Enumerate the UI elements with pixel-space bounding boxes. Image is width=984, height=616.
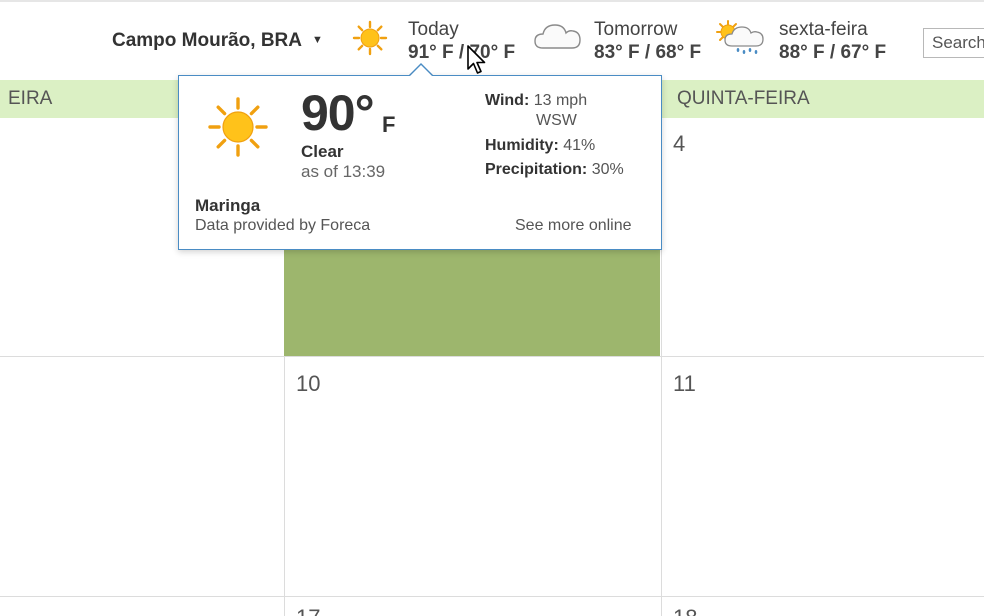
precipitation-label: Precipitation: [485,161,588,178]
current-temperature: 90° [301,85,375,141]
chevron-down-icon[interactable]: ▼ [312,34,323,46]
weather-day-friday[interactable]: sexta-feira 88° F / 67° F [716,18,896,68]
weather-bar: Campo Mourão, BRA ▼ Today 91° F / 70° F T… [0,0,984,80]
mouse-cursor-icon [467,45,486,74]
data-provider: Data provided by Foreca [195,217,371,234]
weather-day-today[interactable]: Today 91° F / 70° F [352,18,522,68]
humidity-row: Humidity: 41% [485,137,595,155]
humidity-label: Humidity: [485,137,559,154]
temperature-unit: F [382,112,396,137]
wind-row: Wind: 13 mph [485,92,587,110]
see-more-online-link[interactable]: See more online [515,217,632,235]
cloud-icon [534,24,581,49]
wind-value: 13 mph [533,92,588,109]
sun-cloud-rain-icon [716,20,764,54]
sun-icon [208,97,268,157]
weather-flyout: 90° F Clear as of 13:39 Wind: 13 mph WSW… [178,75,662,250]
date-number[interactable]: 11 [673,371,696,397]
weather-day-tomorrow[interactable]: Tomorrow 83° F / 68° F [533,18,703,68]
today-cell-highlight[interactable] [284,245,660,356]
weather-condition: Clear [301,142,344,161]
day-name: sexta-feira [779,19,868,40]
search-input[interactable] [923,28,984,58]
day-header-thursday: QUINTA-FEIRA [661,80,984,118]
observation-time: as of 13:39 [301,162,386,181]
precipitation-value: 30% [591,161,624,178]
day-name: Today [408,19,459,40]
location-label: Campo Mourão, BRA [112,30,302,51]
wind-direction: WSW [536,112,577,129]
date-number[interactable]: 4 [673,131,685,157]
date-number[interactable]: 10 [296,371,320,397]
top-divider [0,0,984,2]
grid-divider [0,356,984,357]
forecast-city: Maringa [195,196,261,215]
grid-divider [0,596,984,597]
wind-label: Wind: [485,92,530,109]
location-selector[interactable]: Campo Mourão, BRA ▼ [112,30,323,52]
sun-icon [352,20,388,56]
flyout-pointer-inner [410,65,432,76]
date-number[interactable]: 18 [673,605,697,616]
day-name: Tomorrow [594,19,678,40]
date-number[interactable]: 17 [296,605,320,616]
precipitation-row: Precipitation: 30% [485,161,624,179]
humidity-value: 41% [563,137,596,154]
day-temps: 83° F / 68° F [594,42,702,63]
day-temps: 88° F / 67° F [779,42,887,63]
day-temps: 91° F / 70° F [408,42,516,63]
